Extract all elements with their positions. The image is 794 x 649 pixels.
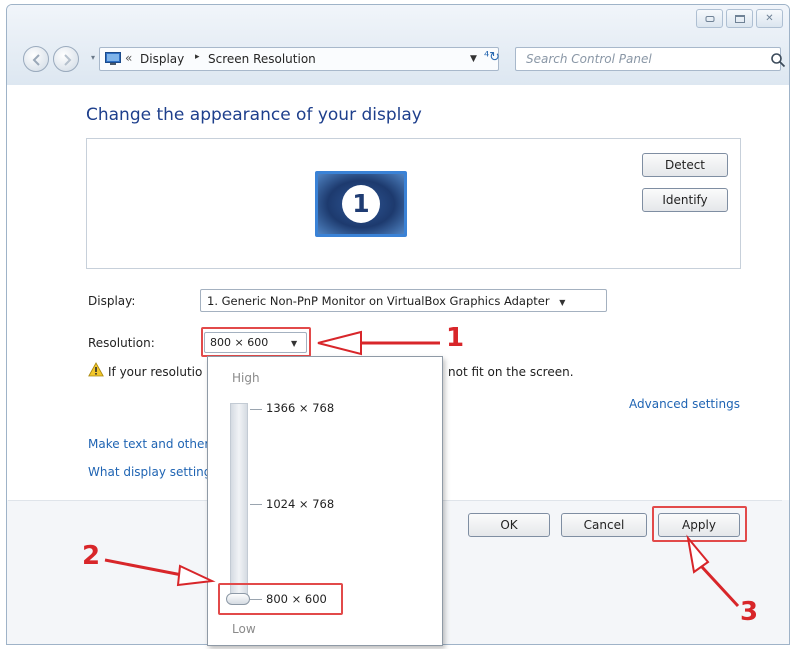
annotation-arrow-1 (317, 330, 440, 356)
annotation-step-3: 3 (740, 597, 759, 627)
annotation-step-2: 2 (82, 541, 101, 571)
annotation-step-1: 1 (446, 323, 465, 353)
annotation-arrow-2 (104, 558, 216, 587)
annotation-arrow-3 (686, 534, 740, 608)
annotation-arrows (104, 330, 740, 608)
